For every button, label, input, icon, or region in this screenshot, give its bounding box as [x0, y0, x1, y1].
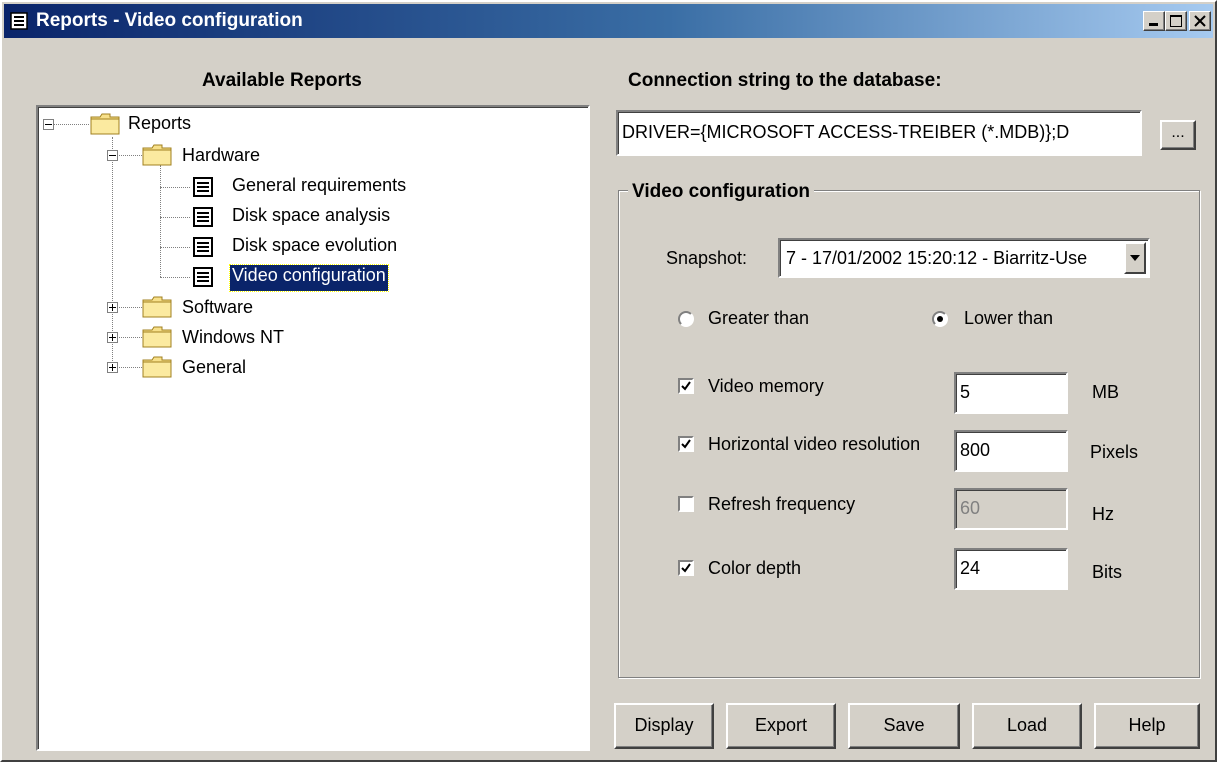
load-button[interactable]: Load — [972, 703, 1082, 749]
refresh-frequency-label: Refresh frequency — [708, 494, 856, 514]
tree-item-software[interactable]: Software — [182, 297, 253, 323]
horizontal-resolution-unit: Pixels — [1090, 442, 1139, 462]
connection-string-input[interactable]: DRIVER={MICROSOFT ACCESS-TREIBER (*.MDB)… — [616, 110, 1142, 156]
title-bar[interactable]: Reports - Video configuration — [4, 4, 1213, 38]
snapshot-label: Snapshot: — [666, 248, 748, 268]
tree-connector — [160, 277, 190, 278]
help-button[interactable]: Help — [1094, 703, 1200, 749]
greater-than-radio[interactable] — [678, 311, 694, 327]
expand-icon[interactable] — [107, 302, 118, 313]
lower-than-radio[interactable] — [932, 311, 948, 327]
refresh-frequency-unit: Hz — [1092, 504, 1114, 524]
maximize-button[interactable] — [1165, 11, 1187, 31]
report-doc-icon — [192, 267, 214, 287]
display-button[interactable]: Display — [614, 703, 714, 749]
reports-tree[interactable]: Reports Hardware General requirements Di… — [36, 105, 590, 751]
tree-connector — [160, 187, 190, 188]
connection-string-heading: Connection string to the database: — [628, 70, 942, 91]
horizontal-resolution-checkbox[interactable] — [678, 436, 694, 452]
tree-connector — [160, 217, 190, 218]
color-depth-checkbox[interactable] — [678, 560, 694, 576]
video-memory-label: Video memory — [708, 376, 824, 396]
horizontal-resolution-input[interactable]: 800 — [954, 430, 1068, 472]
checkmark-icon — [681, 439, 691, 449]
close-icon — [1194, 15, 1206, 27]
snapshot-select[interactable]: 7 - 17/01/2002 15:20:12 - Biarritz-Use — [778, 238, 1150, 278]
expand-icon[interactable] — [107, 332, 118, 343]
export-button[interactable]: Export — [726, 703, 836, 749]
chevron-down-icon — [1130, 255, 1140, 261]
color-depth-unit: Bits — [1092, 562, 1123, 582]
tree-connector — [116, 307, 142, 308]
tree-item-disk-space-analysis[interactable]: Disk space analysis — [232, 205, 390, 231]
folder-icon — [142, 296, 172, 318]
report-doc-icon — [10, 12, 28, 30]
tree-item-general[interactable]: General — [182, 357, 246, 383]
tree-item-reports[interactable]: Reports — [128, 113, 191, 139]
tree-item-disk-space-evolution[interactable]: Disk space evolution — [232, 235, 397, 261]
tree-connector — [51, 124, 89, 125]
report-window: Reports - Video configuration Available … — [0, 0, 1217, 762]
video-memory-input[interactable]: 5 — [954, 372, 1068, 414]
dropdown-button[interactable] — [1124, 242, 1146, 274]
snapshot-value: 7 - 17/01/2002 15:20:12 - Biarritz-Use — [786, 248, 1088, 268]
minimize-icon — [1149, 23, 1158, 26]
maximize-icon — [1170, 15, 1182, 27]
folder-icon — [142, 356, 172, 378]
tree-item-windows-nt[interactable]: Windows NT — [182, 327, 284, 353]
browse-connection-button[interactable]: ... — [1160, 120, 1196, 150]
color-depth-input[interactable]: 24 — [954, 548, 1068, 590]
horizontal-resolution-label: Horizontal video resolution — [708, 434, 921, 454]
refresh-frequency-input: 60 — [954, 488, 1068, 530]
folder-icon — [142, 144, 172, 166]
checkmark-icon — [681, 381, 691, 391]
radio-selected-dot — [937, 316, 943, 322]
expand-icon[interactable] — [107, 362, 118, 373]
minimize-button[interactable] — [1143, 11, 1165, 31]
tree-item-hardware[interactable]: Hardware — [182, 145, 260, 171]
collapse-icon[interactable] — [107, 150, 118, 161]
report-doc-icon — [192, 207, 214, 227]
video-memory-unit: MB — [1092, 382, 1119, 402]
video-configuration-group-title: Video configuration — [628, 181, 815, 203]
folder-icon — [142, 326, 172, 348]
tree-connector — [160, 247, 190, 248]
report-doc-icon — [192, 237, 214, 257]
tree-connector — [116, 155, 142, 156]
window-title: Reports - Video configuration — [36, 10, 303, 31]
close-button[interactable] — [1189, 11, 1211, 31]
lower-than-label[interactable]: Lower than — [964, 308, 1053, 329]
report-doc-icon — [192, 177, 214, 197]
available-reports-heading: Available Reports — [202, 70, 362, 91]
tree-item-video-configuration[interactable]: Video configuration — [229, 264, 389, 292]
collapse-icon[interactable] — [43, 119, 54, 130]
color-depth-label: Color depth — [708, 558, 802, 578]
tree-connector — [160, 165, 161, 277]
tree-item-general-requirements[interactable]: General requirements — [232, 175, 406, 201]
greater-than-label[interactable]: Greater than — [708, 308, 809, 329]
tree-connector — [116, 337, 142, 338]
refresh-frequency-checkbox[interactable] — [678, 496, 694, 512]
folder-icon — [90, 113, 120, 135]
save-button[interactable]: Save — [848, 703, 960, 749]
checkmark-icon — [681, 563, 691, 573]
tree-connector — [116, 367, 142, 368]
video-memory-checkbox[interactable] — [678, 378, 694, 394]
